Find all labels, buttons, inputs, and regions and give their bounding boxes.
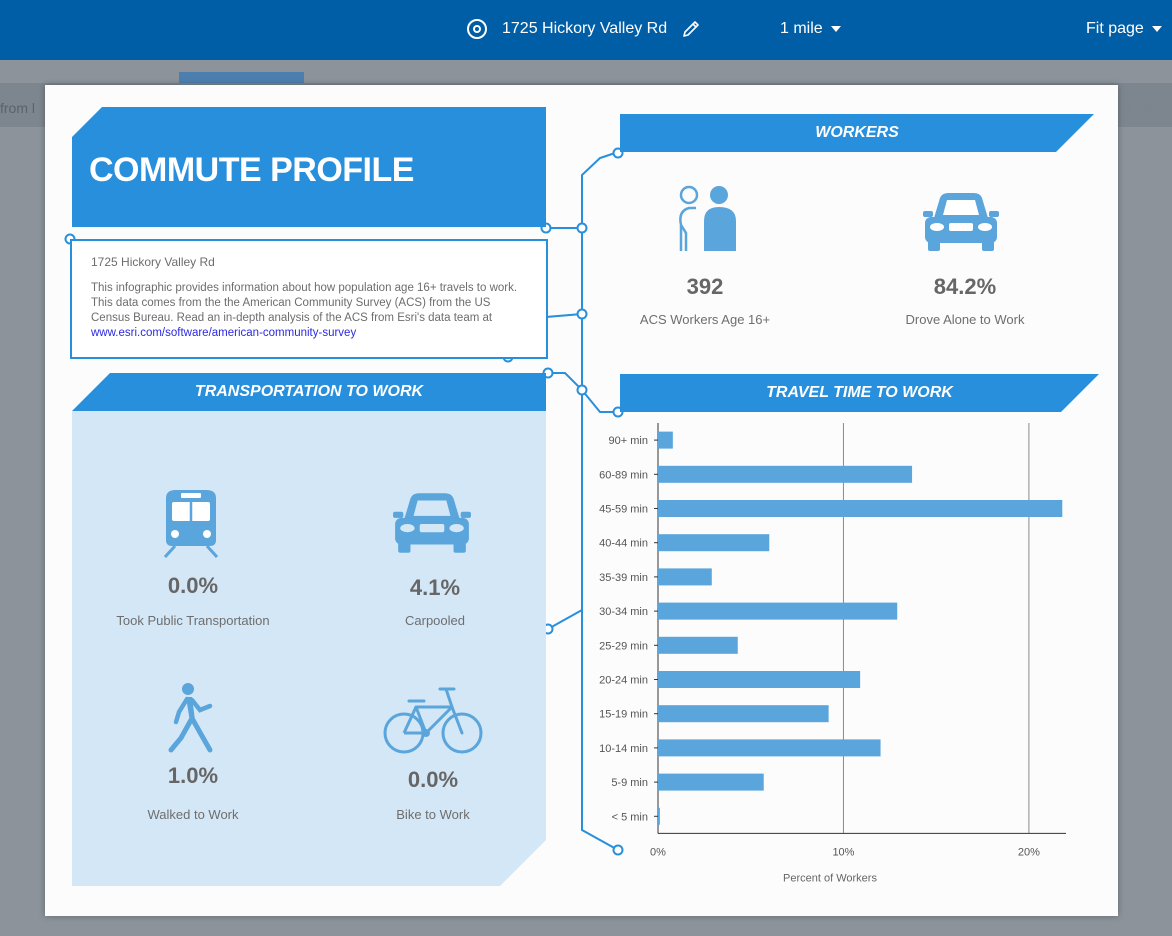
x-tick-label: 0% [650, 846, 666, 858]
bicycle-icon [383, 687, 483, 754]
bar [658, 431, 673, 449]
bar [658, 739, 881, 757]
infographic-page: COMMUTE PROFILE 1725 Hickory Valley Rd T… [45, 85, 1118, 916]
bar [658, 534, 770, 552]
y-tick-label: 40-44 min [599, 538, 648, 550]
transportation-header: TRANSPORTATION TO WORK [72, 373, 546, 411]
page-title: COMMUTE PROFILE [89, 151, 414, 189]
drove-alone-label: Drove Alone to Work [905, 312, 1025, 327]
workers-count: 392 [686, 274, 724, 299]
info-box: 1725 Hickory Valley Rd This infographic … [70, 239, 548, 359]
walked-label: Walked to Work [147, 807, 239, 822]
car-icon [393, 493, 471, 553]
y-tick-label: 45-59 min [599, 504, 648, 516]
y-tick-label: 30-34 min [599, 606, 648, 618]
radius-value: 1 mile [780, 20, 823, 37]
walking-person-icon [168, 683, 213, 753]
y-tick-label: < 5 min [612, 811, 648, 823]
enter-input-hint[interactable]: Enter [1126, 100, 1159, 116]
drove-alone-value: 84.2% [933, 274, 997, 299]
acs-link[interactable]: www.esri.com/software/american-community… [91, 327, 356, 339]
active-tab-indicator [179, 72, 304, 83]
bar [658, 705, 829, 723]
carpooled-stat: 4.1% Carpooled [345, 575, 525, 628]
carpooled-value: 4.1% [409, 575, 461, 600]
drove-alone-stat: 84.2% Drove Alone to Work [875, 274, 1055, 327]
bar [658, 671, 861, 688]
public-transport-stat: 0.0% Took Public Transportation [103, 573, 283, 628]
location-selector[interactable]: 1725 Hickory Valley Rd [467, 17, 701, 41]
info-address: 1725 Hickory Valley Rd [91, 255, 215, 269]
pencil-edit-icon[interactable] [681, 19, 701, 39]
workers-count-label: ACS Workers Age 16+ [639, 312, 771, 327]
info-description: This infographic provides information ab… [91, 282, 518, 324]
public-transport-label: Took Public Transportation [116, 613, 270, 628]
bar [658, 568, 712, 586]
walked-value: 1.0% [167, 763, 219, 788]
location-pin-icon [467, 19, 487, 39]
view-mode-value: Fit page [1086, 20, 1144, 37]
bar [658, 773, 764, 791]
top-bar: 1725 Hickory Valley Rd 1 mile Fit page [0, 0, 1172, 60]
chevron-down-icon [830, 26, 841, 32]
y-tick-label: 20-24 min [599, 675, 648, 687]
x-tick-label: 20% [1018, 846, 1040, 858]
workers-header: WORKERS [620, 114, 1094, 152]
y-tick-label: 15-19 min [599, 709, 648, 721]
bike-label: Bike to Work [396, 807, 470, 822]
travel-time-header: TRAVEL TIME TO WORK [620, 374, 1099, 412]
y-tick-label: 90+ min [609, 435, 648, 447]
people-icon [679, 185, 736, 251]
train-icon [163, 490, 219, 558]
bar [658, 636, 738, 654]
travel-time-chart: 90+ min 60-89 min 45-59 min 40-44 min 35-39 … [599, 423, 1066, 884]
bike-value: 0.0% [407, 767, 459, 792]
bar [658, 602, 898, 620]
title-panel: COMMUTE PROFILE [72, 107, 546, 227]
chevron-down-icon [1151, 26, 1162, 32]
bike-stat: 0.0% Bike to Work [343, 767, 523, 822]
workers-stat: 392 ACS Workers Age 16+ [625, 274, 785, 327]
location-name: 1725 Hickory Valley Rd [502, 20, 668, 37]
bar [658, 465, 913, 483]
view-mode-dropdown[interactable]: Fit page [1086, 20, 1162, 38]
y-tick-label: 10-14 min [599, 743, 648, 755]
y-tick-label: 60-89 min [599, 469, 648, 481]
y-tick-label: 5-9 min [611, 777, 648, 789]
from-text: from l [0, 100, 35, 116]
y-tick-label: 35-39 min [599, 572, 648, 584]
bar [658, 500, 1063, 517]
carpooled-label: Carpooled [405, 613, 465, 628]
y-tick-label: 25-29 min [599, 640, 648, 652]
public-transport-value: 0.0% [167, 573, 219, 598]
bar [658, 807, 660, 825]
x-axis-label: Percent of Workers [783, 872, 877, 884]
walked-stat: 1.0% Walked to Work [103, 763, 283, 822]
car-icon [923, 193, 999, 251]
x-tick-label: 10% [832, 846, 854, 858]
radius-dropdown[interactable]: 1 mile [780, 20, 841, 38]
